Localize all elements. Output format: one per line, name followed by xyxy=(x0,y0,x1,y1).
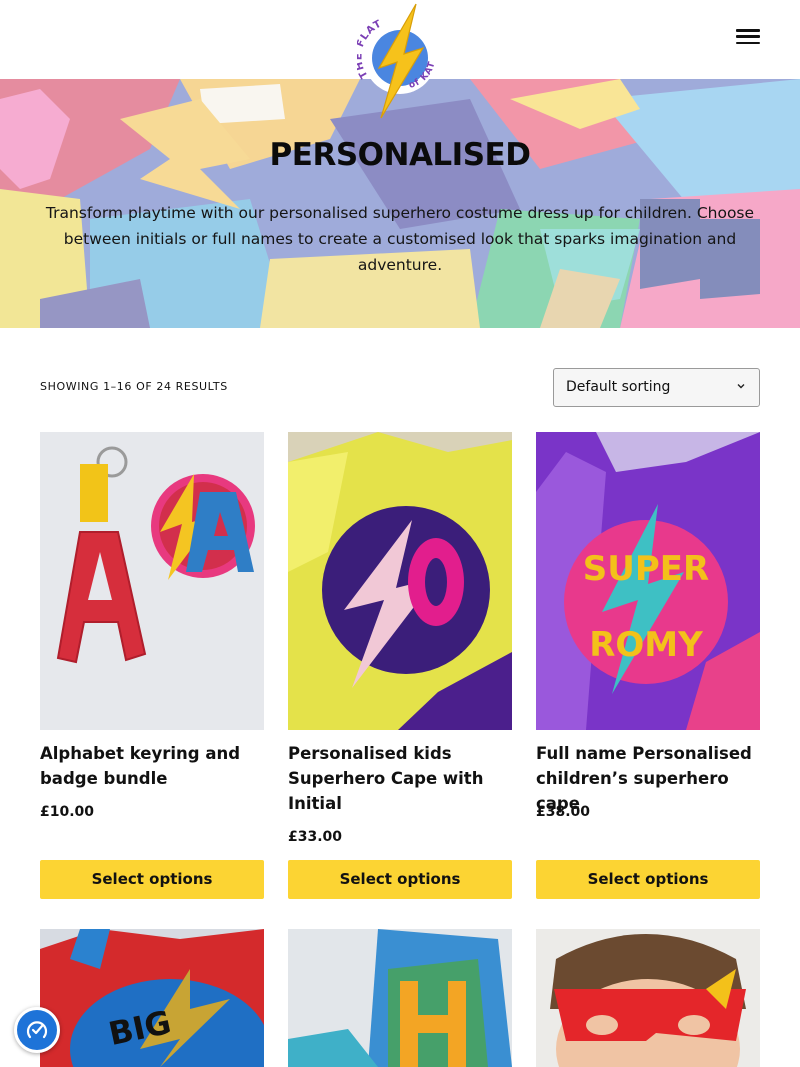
accessibility-gauge-icon xyxy=(26,1021,48,1039)
lightning-bolt-icon: THE FLAT of KAT xyxy=(353,3,437,119)
product-image[interactable] xyxy=(536,929,760,1067)
product-name[interactable]: Alphabet keyring and badge bundle xyxy=(40,741,264,791)
select-options-button[interactable]: Select options xyxy=(40,860,264,899)
sort-select[interactable]: Default sorting xyxy=(553,368,760,407)
accessibility-widget-button[interactable] xyxy=(14,1007,60,1053)
product-image[interactable] xyxy=(288,432,512,730)
hamburger-menu-icon[interactable] xyxy=(734,26,762,52)
select-options-button[interactable]: Select options xyxy=(288,860,512,899)
product-image[interactable]: BIG xyxy=(40,929,264,1067)
site-header: THE FLAT of KAT xyxy=(0,0,800,119)
sort-selected-value: Default sorting xyxy=(566,379,671,395)
site-logo[interactable]: THE FLAT of KAT xyxy=(353,2,443,120)
result-count: SHOWING 1–16 OF 24 RESULTS xyxy=(40,380,228,393)
image-text-super: SUPER xyxy=(583,549,709,589)
product-image[interactable] xyxy=(40,432,264,730)
image-text-romy: ROMY xyxy=(589,625,703,665)
select-options-button[interactable]: Select options xyxy=(536,860,760,899)
product-price: £38.00 xyxy=(536,804,591,820)
category-description: Transform playtime with our personalised… xyxy=(45,204,755,274)
product-image[interactable]: SUPER ROMY xyxy=(536,432,760,730)
page-title: PERSONALISED xyxy=(269,137,531,173)
product-price: £10.00 xyxy=(40,804,95,820)
product-price: £33.00 xyxy=(288,829,343,845)
product-name[interactable]: Personalised kids Superhero Cape with In… xyxy=(288,741,512,816)
chevron-down-icon xyxy=(737,384,745,389)
product-image[interactable]: H xyxy=(288,929,512,1067)
